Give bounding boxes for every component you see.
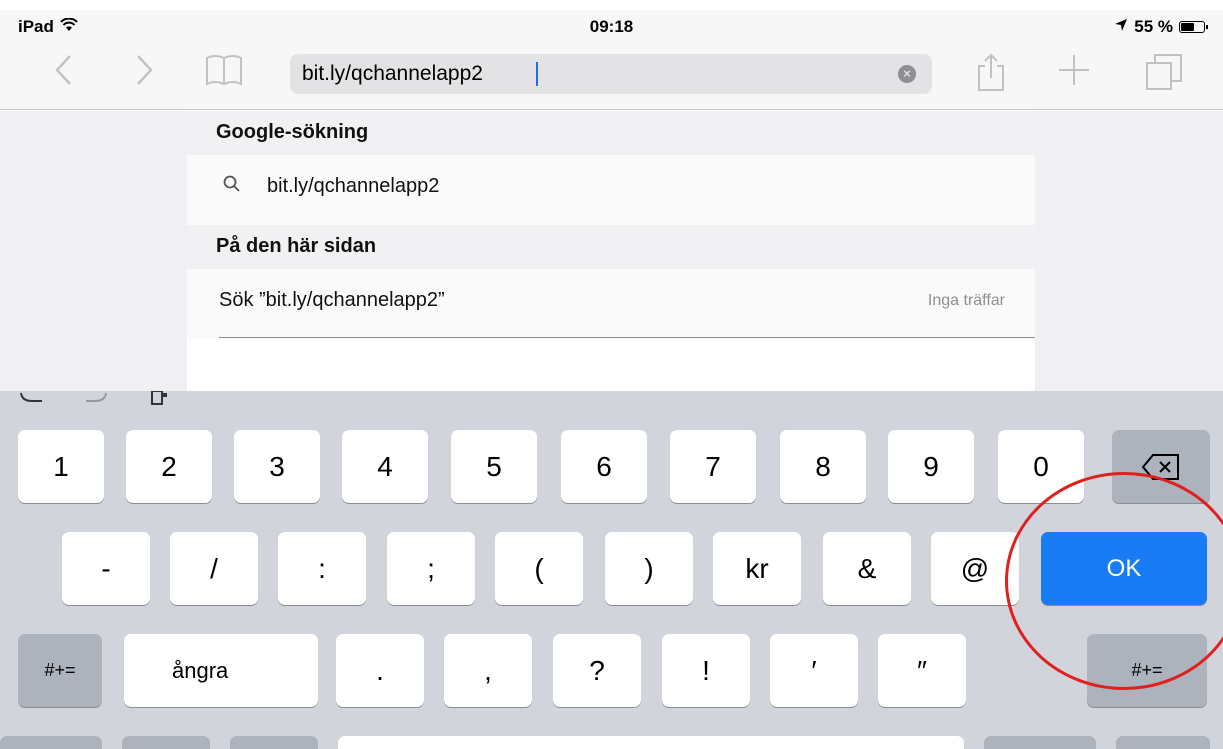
text-cursor <box>536 62 538 86</box>
status-right: 55 % <box>1114 17 1208 37</box>
cropped-caption <box>0 0 1223 10</box>
bottom-key-3[interactable] <box>230 736 318 749</box>
key-hyphen[interactable]: - <box>62 532 150 605</box>
find-on-page-result: Inga träffar <box>927 292 1005 309</box>
google-suggestion-text: bit.ly/qchannelapp2 <box>267 175 440 197</box>
share-icon[interactable] <box>976 52 1006 101</box>
key-period[interactable]: . <box>336 634 424 707</box>
key-slash[interactable]: / <box>170 532 258 605</box>
key-ampersand[interactable]: & <box>823 532 911 605</box>
redo-shortcut-icon[interactable] <box>84 391 110 405</box>
key-question[interactable]: ? <box>553 634 641 707</box>
paste-shortcut-icon[interactable] <box>150 391 170 405</box>
key-2[interactable]: 2 <box>126 430 212 503</box>
status-bar: iPad 09:18 55 % <box>0 10 1223 42</box>
location-icon <box>1114 17 1128 37</box>
back-icon[interactable] <box>52 52 74 97</box>
key-1[interactable]: 1 <box>18 430 104 503</box>
shortcut-bar <box>18 391 170 405</box>
bottom-key-4[interactable] <box>984 736 1096 749</box>
key-semicolon[interactable]: ; <box>387 532 475 605</box>
google-search-header: Google-sökning <box>187 111 1035 155</box>
bottom-key-2[interactable] <box>122 736 210 749</box>
more-symbols-key-left[interactable]: #+= <box>18 634 102 707</box>
clear-icon[interactable]: × <box>898 65 916 83</box>
key-open-paren[interactable]: ( <box>495 532 583 605</box>
key-7[interactable]: 7 <box>670 430 756 503</box>
search-suggestions: Google-sökning bit.ly/qchannelapp2 På de… <box>187 111 1035 391</box>
bottom-key-5[interactable] <box>1116 736 1210 749</box>
undo-key[interactable]: ångra <box>124 634 318 707</box>
battery-icon <box>1179 21 1208 33</box>
undo-shortcut-icon[interactable] <box>18 391 44 405</box>
tabs-icon[interactable] <box>1144 52 1184 101</box>
key-exclamation[interactable]: ! <box>662 634 750 707</box>
on-this-page-header: På den här sidan <box>187 225 1035 269</box>
add-icon[interactable] <box>1056 52 1092 97</box>
battery-percent: 55 % <box>1134 17 1173 36</box>
forward-icon[interactable] <box>134 52 156 97</box>
key-8[interactable]: 8 <box>780 430 866 503</box>
key-comma[interactable]: , <box>444 634 532 707</box>
key-kr[interactable]: kr <box>713 532 801 605</box>
bottom-key-1[interactable] <box>0 736 102 749</box>
find-on-page-row[interactable]: Sök ”bit.ly/qchannelapp2” Inga träffar <box>187 269 1035 339</box>
key-9[interactable]: 9 <box>888 430 974 503</box>
url-input[interactable] <box>302 54 862 94</box>
browser-toolbar: × <box>0 42 1223 110</box>
search-icon <box>223 175 241 199</box>
key-quote[interactable]: ″ <box>878 634 966 707</box>
space-key[interactable] <box>338 736 964 749</box>
row-divider <box>219 337 1035 338</box>
address-bar[interactable]: × <box>290 54 932 94</box>
key-colon[interactable]: : <box>278 532 366 605</box>
google-suggestion-row[interactable]: bit.ly/qchannelapp2 <box>187 155 1035 225</box>
key-close-paren[interactable]: ) <box>605 532 693 605</box>
key-apostrophe[interactable]: ′ <box>770 634 858 707</box>
key-3[interactable]: 3 <box>234 430 320 503</box>
bookmarks-icon[interactable] <box>204 52 244 97</box>
key-6[interactable]: 6 <box>561 430 647 503</box>
key-5[interactable]: 5 <box>451 430 537 503</box>
key-4[interactable]: 4 <box>342 430 428 503</box>
status-time: 09:18 <box>589 17 634 36</box>
find-on-page-label: Sök ”bit.ly/qchannelapp2” <box>219 289 445 311</box>
